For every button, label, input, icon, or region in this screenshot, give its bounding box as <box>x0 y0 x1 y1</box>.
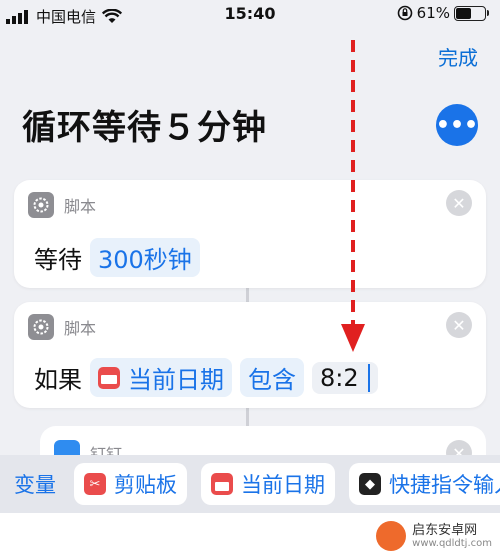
battery-percent: 61% <box>416 4 450 22</box>
remove-action-button[interactable]: ✕ <box>446 312 472 338</box>
scissors-icon: ✂ <box>84 473 106 495</box>
connector-line <box>246 408 249 426</box>
action-card-if[interactable]: 脚本 ✕ 如果 当前日期 包含 8:2 <box>14 302 486 408</box>
chip-label: 剪贴板 <box>114 473 177 497</box>
close-icon: ✕ <box>452 315 466 335</box>
clipboard-chip[interactable]: ✂ 剪贴板 <box>74 463 187 505</box>
calendar-icon <box>211 473 233 495</box>
variables-label[interactable]: 变量 <box>14 469 56 499</box>
action-card-wait[interactable]: 脚本 ✕ 等待 300秒钟 <box>14 180 486 288</box>
date-variable-token[interactable]: 当前日期 <box>90 358 232 397</box>
condition-value-text: 8:2 <box>320 363 359 392</box>
duration-token[interactable]: 300秒钟 <box>90 238 200 277</box>
annotation-arrow <box>341 40 365 352</box>
action-category: 脚本 <box>64 197 97 216</box>
done-button[interactable]: 完成 <box>438 42 478 71</box>
ellipsis-icon: ••• <box>435 112 479 138</box>
shortcut-input-chip[interactable]: ◆ 快捷指令输入 <box>349 463 500 505</box>
chip-label: 快捷指令输入 <box>389 473 500 497</box>
date-variable-label: 当前日期 <box>128 366 224 394</box>
remove-action-button[interactable]: ✕ <box>446 190 472 216</box>
close-icon: ✕ <box>452 193 466 213</box>
more-options-button[interactable]: ••• <box>436 104 478 146</box>
status-bar: 中国电信 15:40 61% <box>0 0 500 30</box>
battery-icon <box>454 5 489 21</box>
gear-icon <box>28 192 54 218</box>
watermark-name: 启东安卓网 <box>412 522 478 538</box>
chip-label: 当前日期 <box>241 473 325 497</box>
watermark-url: www.qdldtj.com <box>412 537 492 549</box>
variables-bar: 变量 ✂ 剪贴板 当前日期 ◆ 快捷指令输入 <box>0 455 500 513</box>
action-verb: 等待 <box>34 246 82 274</box>
action-category: 脚本 <box>64 319 97 338</box>
shortcuts-icon: ◆ <box>359 473 381 495</box>
condition-operator[interactable]: 包含 <box>240 358 304 397</box>
rotation-lock-icon <box>397 5 412 21</box>
text-cursor <box>367 363 370 392</box>
watermark: 启东安卓网 www.qdldtj.com <box>376 521 492 551</box>
watermark-logo <box>376 521 407 551</box>
action-verb: 如果 <box>34 366 82 394</box>
gear-icon <box>28 314 54 340</box>
calendar-icon <box>98 366 120 389</box>
condition-value-input[interactable]: 8:2 <box>312 361 378 394</box>
current-date-chip[interactable]: 当前日期 <box>201 463 335 505</box>
page-title: 循环等待５分钟 <box>22 108 267 148</box>
